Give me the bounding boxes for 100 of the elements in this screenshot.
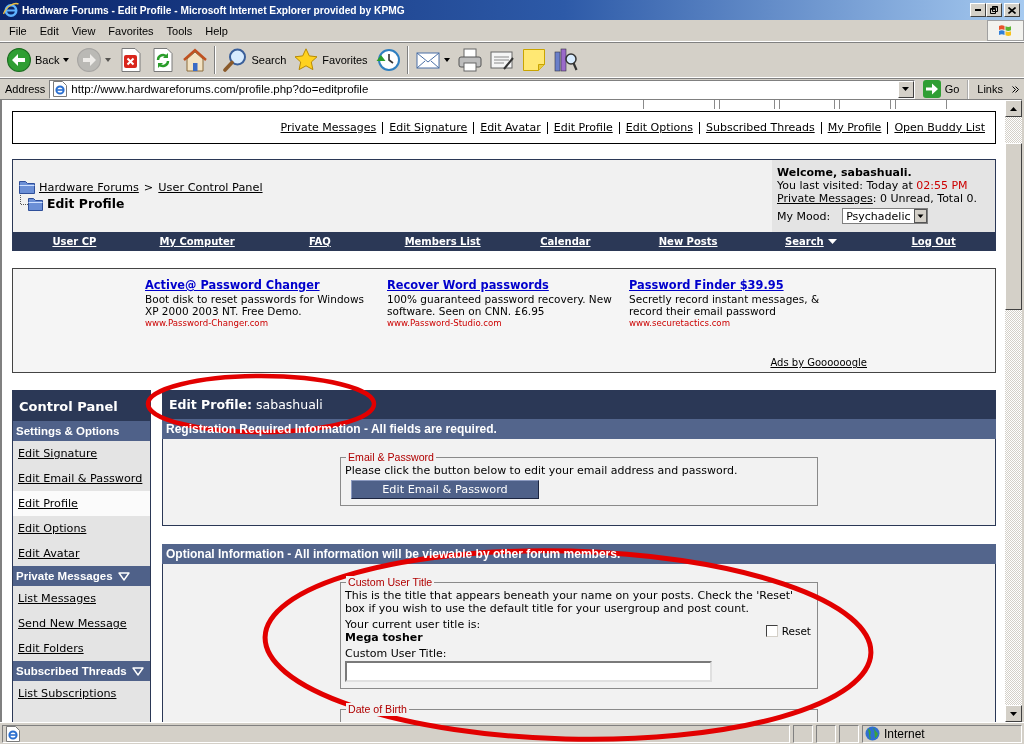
- scroll-up-button[interactable]: [1005, 100, 1022, 117]
- section-title: Settings & Options: [16, 425, 120, 437]
- welcome-text: Welcome, sabashuali.: [777, 166, 913, 179]
- books-icon: [553, 48, 578, 72]
- custom-title-input[interactable]: [345, 661, 712, 682]
- user-link[interactable]: Private Messages: [274, 121, 383, 134]
- menu-item[interactable]: Favorites: [102, 22, 161, 39]
- menu-item[interactable]: Edit: [33, 22, 66, 39]
- nav-link[interactable]: Log Out: [872, 235, 995, 247]
- nav-link[interactable]: New Posts: [626, 235, 750, 247]
- nav-link[interactable]: My Computer: [135, 235, 259, 247]
- browser-logo-icon: [3, 2, 19, 18]
- user-link[interactable]: Open Buddy List: [887, 121, 991, 134]
- current-title-label: Your current user title is:: [345, 618, 482, 631]
- ads-credit-link[interactable]: Ads by Goooooogle: [770, 357, 867, 368]
- field-label: Custom User Title:: [345, 647, 448, 660]
- home-icon: [183, 48, 208, 72]
- go-button[interactable]: Go: [918, 79, 964, 99]
- reset-checkbox[interactable]: [765, 625, 778, 637]
- status-pane: [839, 724, 859, 743]
- nav-link[interactable]: User CP: [13, 235, 136, 247]
- section-title: Subscribed Threads: [16, 665, 127, 677]
- address-field[interactable]: http://www.hardwareforums.com/profile.php?do=editprofile: [49, 79, 915, 99]
- browser-page-icon: [52, 81, 69, 97]
- user-link[interactable]: Edit Signature: [382, 121, 474, 134]
- edit-email-password-button[interactable]: Edit Email & Password: [351, 480, 539, 499]
- user-link[interactable]: Edit Options: [618, 121, 699, 134]
- scrollbar[interactable]: [1005, 100, 1022, 722]
- up-arrow-icon: [1010, 106, 1017, 111]
- status-pane: [793, 724, 813, 743]
- menu-item[interactable]: View: [65, 22, 103, 39]
- mood-select[interactable]: Psychadelic: [842, 208, 928, 224]
- breadcrumb-link[interactable]: User Control Panel: [158, 180, 263, 194]
- sidebar-section-header[interactable]: Subscribed Threads: [13, 661, 150, 681]
- ad-title-link[interactable]: Active@ Password Changer: [145, 278, 373, 293]
- status-pane: [816, 724, 836, 743]
- ad-url: www.Password-Studio.com: [387, 317, 503, 329]
- user-link[interactable]: Subscribed Threads: [698, 121, 821, 134]
- menu-item[interactable]: Tools: [160, 22, 200, 39]
- folder-tree-icon: [19, 195, 43, 211]
- user-link[interactable]: My Profile: [820, 121, 888, 134]
- folder-icon: [19, 180, 35, 194]
- clock-icon: [375, 48, 400, 72]
- note-icon: [521, 48, 546, 72]
- group-description: This is the title that appears beneath your name on your posts. Check the 'Reset' box if you wish to use the default title for your usergroup and post count.: [345, 589, 795, 615]
- nav-link[interactable]: Members List: [381, 235, 504, 247]
- address-dropdown-button[interactable]: [897, 80, 914, 98]
- scroll-down-button[interactable]: [1005, 705, 1022, 722]
- ad-title-link[interactable]: Recover Word passwords: [387, 278, 615, 293]
- stop-icon: [119, 48, 144, 72]
- scrollbar-thumb[interactable]: [1005, 143, 1022, 310]
- sidebar-link[interactable]: Edit Profile: [13, 491, 150, 516]
- ad-url: www.securetactics.com: [629, 317, 731, 329]
- reset-label: Reset: [781, 624, 811, 638]
- restore-icon: [990, 6, 998, 14]
- chevron-icon: [1012, 85, 1019, 93]
- menu-item[interactable]: File: [3, 22, 34, 39]
- address-label: Address: [5, 83, 46, 95]
- nav-link[interactable]: Calendar: [504, 235, 627, 247]
- current-page-title: Edit Profile: [47, 195, 125, 211]
- search-icon: [223, 48, 248, 72]
- globe-icon: [865, 726, 880, 741]
- dropdown-arrow-icon: [902, 87, 910, 91]
- messages-status: Private Messages: 0 Unread, Total 0.: [777, 192, 978, 205]
- nav-link[interactable]: Search: [749, 235, 873, 247]
- printer-icon: [457, 48, 482, 72]
- back-button[interactable]: Back: [3, 44, 74, 76]
- page-heading: Edit Profile: sabashuali: [162, 390, 996, 419]
- sidebar-section-header[interactable]: Settings & Options: [13, 421, 150, 441]
- breadcrumb-separator: >: [143, 180, 154, 194]
- sidebar-section-header[interactable]: Private Messages: [13, 566, 150, 586]
- menu-item[interactable]: Help: [199, 22, 235, 39]
- restore-button[interactable]: [986, 3, 1002, 17]
- ad-description: 100% guaranteed password recovery. New software. Seen on CNN. £6.95: [387, 293, 613, 317]
- window-title: Hardware Forums - Edit Profile - Microsoft Internet Explorer provided by KPMG: [22, 4, 406, 16]
- user-link[interactable]: Edit Profile: [546, 121, 619, 134]
- ad-title-link[interactable]: Password Finder $39.95: [629, 278, 853, 293]
- user-link[interactable]: Edit Avatar: [473, 121, 547, 134]
- group-legend: Custom User Title: [346, 576, 435, 589]
- group-legend: Email & Password: [346, 451, 436, 464]
- group-legend: Date of Birth: [346, 703, 409, 716]
- favorites-button[interactable]: Favorites: [290, 44, 372, 76]
- private-messages-link[interactable]: Private Messages: [777, 192, 873, 205]
- ad-description: Boot disk to reset passwords for Windows XP 2000 2003 NT. Free Demo.: [145, 293, 366, 317]
- close-icon: [1008, 6, 1016, 14]
- breadcrumb-link[interactable]: Hardware Forums: [39, 180, 139, 194]
- nav-link[interactable]: FAQ: [258, 235, 382, 247]
- minimize-button[interactable]: [970, 3, 986, 17]
- refresh-icon: [151, 48, 176, 72]
- down-arrow-icon: [1010, 711, 1017, 716]
- close-button[interactable]: [1004, 3, 1020, 17]
- group-description: Please click the button below to edit your email address and password.: [345, 464, 739, 477]
- last-visit-text: You last visited: Today at 02:55 PM: [777, 179, 969, 192]
- ad-url: www.Password-Changer.com: [145, 317, 269, 329]
- star-icon: [294, 48, 319, 72]
- section-title: Private Messages: [16, 570, 113, 582]
- minimize-icon: [975, 9, 981, 11]
- search-button[interactable]: Search: [219, 44, 291, 76]
- mood-label: My Mood:: [777, 209, 831, 223]
- ad-description: Secretly record instant messages, & record their email password: [629, 293, 821, 317]
